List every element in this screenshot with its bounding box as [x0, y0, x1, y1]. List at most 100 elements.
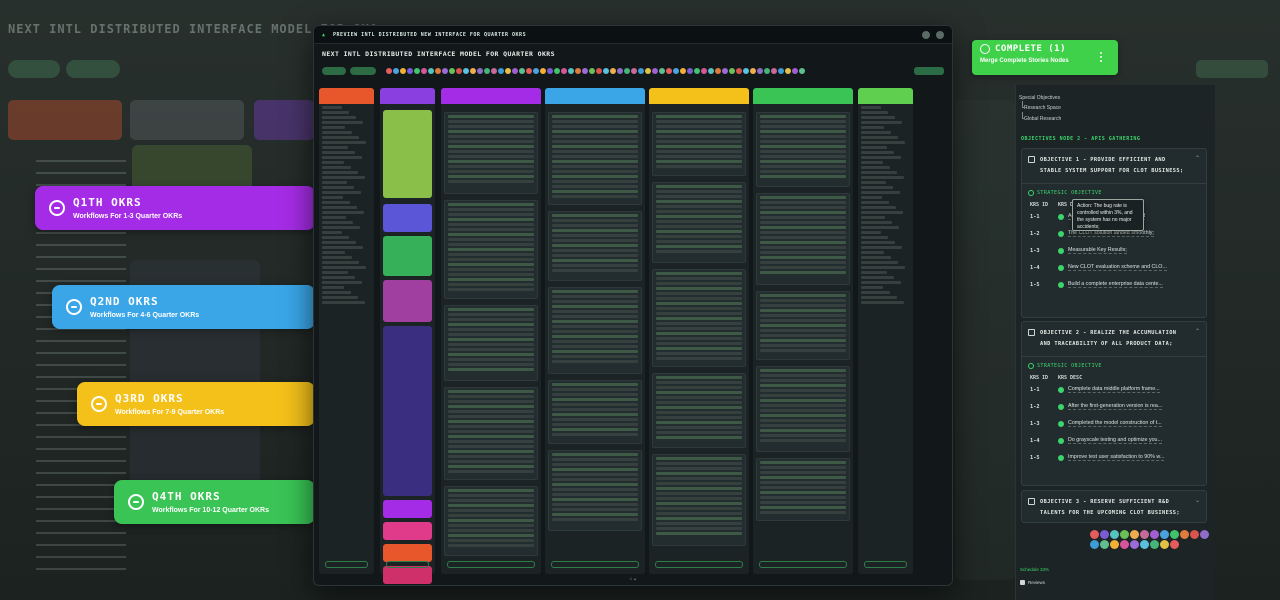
strategic-label: STRATEGIC OBJECTIVE — [1037, 190, 1102, 196]
avatar — [624, 68, 630, 74]
background-column — [8, 100, 122, 140]
background-column — [130, 100, 244, 140]
notification-icon[interactable] — [922, 30, 930, 39]
krs-row[interactable]: 1-1 Complete data middle platform frame..… — [1022, 381, 1206, 398]
objective-icon — [1028, 329, 1035, 336]
krs-row[interactable]: 1-5 Build a complete enterprise data cent… — [1022, 276, 1206, 293]
avatar — [603, 68, 609, 74]
background-pill — [8, 60, 60, 78]
story-card[interactable] — [383, 566, 432, 584]
okr-card[interactable] — [756, 112, 850, 187]
story-card[interactable] — [383, 326, 432, 496]
tree-item[interactable]: Research Space — [1022, 101, 1061, 111]
quarter-card-q3[interactable]: Q3RD OKRS Workflows For 7-9 Quarter OKRs — [77, 382, 315, 426]
krs-id: 1-5 — [1030, 454, 1040, 461]
add-card-button[interactable] — [655, 561, 743, 568]
column-header[interactable] — [649, 88, 749, 104]
quarter-subtitle: Workflows For 4-6 Quarter OKRs — [90, 312, 200, 319]
toolbar — [314, 64, 952, 78]
column-header[interactable] — [380, 88, 435, 104]
quarter-card-q1[interactable]: Q1TH OKRS Workflows For 1-3 Quarter OKRs — [35, 186, 315, 230]
krs-desc: Completed the model construction of t... — [1068, 420, 1162, 427]
add-card-button[interactable] — [759, 561, 847, 568]
column-header[interactable] — [319, 88, 374, 104]
objective-title: OBJECTIVE 1 - PROVIDE EFFICIENT AND STAB… — [1040, 157, 1184, 174]
story-card[interactable] — [383, 280, 432, 322]
add-card-button[interactable] — [386, 561, 429, 568]
okr-card[interactable] — [756, 291, 850, 360]
avatar — [533, 68, 539, 74]
avatar — [582, 68, 588, 74]
column-header[interactable] — [858, 88, 913, 104]
okr-card[interactable] — [444, 305, 538, 381]
tree-item[interactable]: Special Objectives — [1019, 95, 1060, 101]
story-card[interactable] — [383, 544, 432, 562]
avatar — [554, 68, 560, 74]
krs-row[interactable]: 1-5 Improve test user satisfaction to 90%… — [1022, 449, 1206, 466]
okr-card[interactable] — [652, 454, 746, 546]
krs-list: 1-1 Complete data middle platform frame..… — [1022, 381, 1206, 466]
okr-card[interactable] — [756, 366, 850, 452]
toolbar-button[interactable] — [350, 67, 376, 75]
quarter-card-q4[interactable]: Q4TH OKRS Workflows For 10-12 Quarter OKR… — [114, 480, 315, 524]
avatar[interactable] — [936, 30, 944, 39]
okr-card[interactable] — [652, 373, 746, 448]
okr-card[interactable] — [652, 112, 746, 176]
avatar — [561, 68, 567, 74]
add-button[interactable] — [914, 67, 944, 75]
complete-card[interactable]: COMPLETE (1) Merge Complete Stories Node… — [972, 40, 1118, 75]
tree-item[interactable]: Global Research — [1021, 112, 1061, 122]
more-options-icon[interactable] — [1096, 50, 1106, 64]
okr-card[interactable] — [548, 211, 642, 281]
check-icon — [1058, 454, 1064, 461]
avatar-strip — [386, 68, 805, 74]
okr-card[interactable] — [548, 450, 642, 531]
story-card[interactable] — [383, 522, 432, 540]
okr-card[interactable] — [756, 458, 850, 521]
background-column — [254, 100, 314, 140]
story-card[interactable] — [383, 500, 432, 518]
column-header[interactable] — [753, 88, 853, 104]
krs-desc: Do grayscale testing and optimize you... — [1068, 437, 1162, 444]
okr-card[interactable] — [652, 269, 746, 367]
add-card-button[interactable] — [325, 561, 368, 568]
krs-row[interactable]: 1-3 Measurable Key Results; — [1022, 242, 1206, 259]
okr-card[interactable] — [756, 193, 850, 285]
krs-row[interactable]: 1-2 After the first-generation version is… — [1022, 398, 1206, 415]
story-card[interactable] — [383, 110, 432, 198]
chevron-down-icon[interactable]: ⌄ — [1195, 497, 1200, 519]
add-card-button[interactable] — [447, 561, 535, 568]
krs-row[interactable]: 1-3 Completed the model construction of t… — [1022, 415, 1206, 432]
story-card[interactable] — [383, 204, 432, 232]
column-header[interactable] — [441, 88, 541, 104]
okr-card[interactable] — [548, 112, 642, 205]
column-header[interactable] — [545, 88, 645, 104]
avatar — [687, 68, 693, 74]
okr-card[interactable] — [444, 387, 538, 480]
add-card-button[interactable] — [551, 561, 639, 568]
board-column — [649, 88, 749, 574]
avatar — [484, 68, 490, 74]
background-button — [1196, 60, 1268, 78]
quarter-card-q2[interactable]: Q2ND OKRS Workflows For 4-6 Quarter OKRs — [52, 285, 315, 329]
chevron-up-icon[interactable]: ⌃ — [1195, 155, 1200, 177]
chevron-up-icon[interactable]: ⌃ — [1195, 328, 1200, 350]
okr-card[interactable] — [548, 287, 642, 374]
okr-card[interactable] — [652, 182, 746, 263]
story-card[interactable] — [383, 236, 432, 276]
okr-card[interactable] — [444, 486, 538, 556]
avatar — [743, 68, 749, 74]
reviews-link[interactable]: Reviews — [1020, 580, 1045, 585]
okr-card[interactable] — [444, 200, 538, 299]
avatar — [442, 68, 448, 74]
add-card-button[interactable] — [864, 561, 907, 568]
toolbar-button[interactable] — [322, 67, 346, 75]
okr-card[interactable] — [444, 112, 538, 194]
krs-row[interactable]: 1-4 New CLOT evaluation scheme and CLO... — [1022, 259, 1206, 276]
krs-row[interactable]: 1-4 Do grayscale testing and optimize you… — [1022, 432, 1206, 449]
avatar — [673, 68, 679, 74]
quarter-icon — [128, 494, 144, 510]
avatar — [498, 68, 504, 74]
detail-panel: Special Objectives Research Space Global… — [1015, 85, 1215, 600]
okr-card[interactable] — [548, 380, 642, 444]
